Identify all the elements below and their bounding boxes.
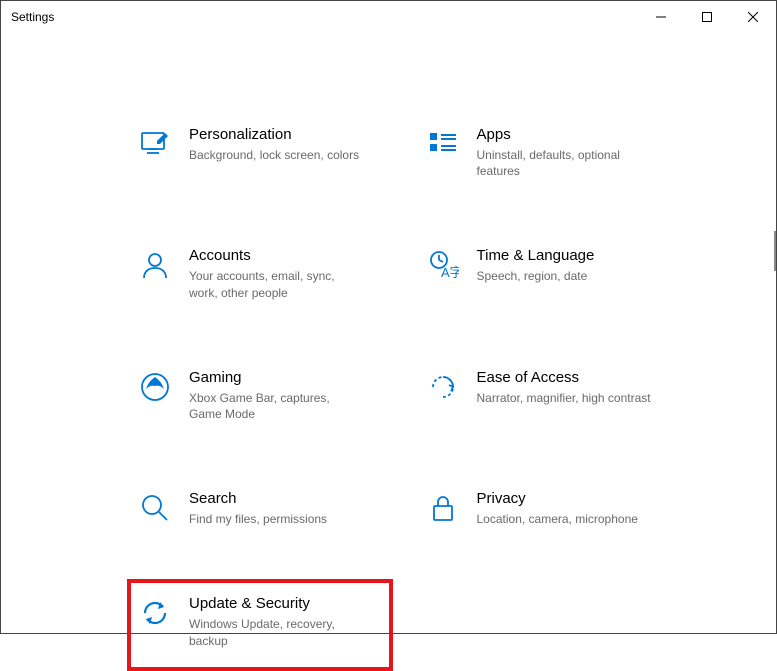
maximize-button[interactable] xyxy=(684,1,730,33)
gaming-icon xyxy=(139,371,171,403)
tile-title: Time & Language xyxy=(477,247,595,264)
apps-icon xyxy=(427,128,459,160)
accounts-icon xyxy=(139,249,171,281)
tile-desc: Xbox Game Bar, captures, Game Mode xyxy=(189,390,364,422)
tile-update-security[interactable]: Update & Security Windows Update, recove… xyxy=(127,579,393,670)
tile-personalization[interactable]: Personalization Background, lock screen,… xyxy=(131,118,389,187)
tile-text: Accounts Your accounts, email, sync, wor… xyxy=(189,247,364,300)
tile-title: Accounts xyxy=(189,247,364,264)
window-title: Settings xyxy=(11,10,54,24)
tile-title: Personalization xyxy=(189,126,359,143)
tile-accounts[interactable]: Accounts Your accounts, email, sync, wor… xyxy=(131,239,389,308)
titlebar: Settings xyxy=(1,1,776,33)
window-controls xyxy=(638,1,776,33)
close-button[interactable] xyxy=(730,1,776,33)
tile-text: Personalization Background, lock screen,… xyxy=(189,126,359,163)
tile-title: Apps xyxy=(477,126,652,143)
tile-text: Update & Security Windows Update, recove… xyxy=(189,595,364,648)
privacy-icon xyxy=(427,492,459,524)
svg-text:A字: A字 xyxy=(441,265,459,280)
tile-title: Gaming xyxy=(189,369,364,386)
tile-apps[interactable]: Apps Uninstall, defaults, optional featu… xyxy=(419,118,677,187)
tile-text: Search Find my files, permissions xyxy=(189,490,327,527)
tile-title: Update & Security xyxy=(189,595,364,612)
personalization-icon xyxy=(139,128,171,160)
tile-desc: Your accounts, email, sync, work, other … xyxy=(189,268,364,300)
tile-text: Apps Uninstall, defaults, optional featu… xyxy=(477,126,652,179)
tile-title: Search xyxy=(189,490,327,507)
tile-ease-of-access[interactable]: Ease of Access Narrator, magnifier, high… xyxy=(419,361,677,430)
update-security-icon xyxy=(139,597,171,629)
tile-text: Gaming Xbox Game Bar, captures, Game Mod… xyxy=(189,369,364,422)
settings-content: Personalization Background, lock screen,… xyxy=(1,33,776,663)
tile-desc: Background, lock screen, colors xyxy=(189,147,359,163)
scrollbar[interactable] xyxy=(774,231,776,271)
tile-text: Privacy Location, camera, microphone xyxy=(477,490,638,527)
tile-text: Time & Language Speech, region, date xyxy=(477,247,595,284)
settings-grid: Personalization Background, lock screen,… xyxy=(131,118,676,663)
tile-desc: Speech, region, date xyxy=(477,268,595,284)
tile-privacy[interactable]: Privacy Location, camera, microphone xyxy=(419,482,677,535)
minimize-button[interactable] xyxy=(638,1,684,33)
tile-desc: Uninstall, defaults, optional features xyxy=(477,147,652,179)
ease-of-access-icon xyxy=(427,371,459,403)
tile-desc: Find my files, permissions xyxy=(189,511,327,527)
tile-title: Ease of Access xyxy=(477,369,651,386)
tile-time-language[interactable]: A字 Time & Language Speech, region, date xyxy=(419,239,677,308)
time-language-icon: A字 xyxy=(427,249,459,281)
search-icon xyxy=(139,492,171,524)
tile-gaming[interactable]: Gaming Xbox Game Bar, captures, Game Mod… xyxy=(131,361,389,430)
tile-title: Privacy xyxy=(477,490,638,507)
tile-desc: Location, camera, microphone xyxy=(477,511,638,527)
tile-desc: Windows Update, recovery, backup xyxy=(189,616,364,648)
tile-text: Ease of Access Narrator, magnifier, high… xyxy=(477,369,651,406)
tile-search[interactable]: Search Find my files, permissions xyxy=(131,482,389,535)
tile-desc: Narrator, magnifier, high contrast xyxy=(477,390,651,406)
